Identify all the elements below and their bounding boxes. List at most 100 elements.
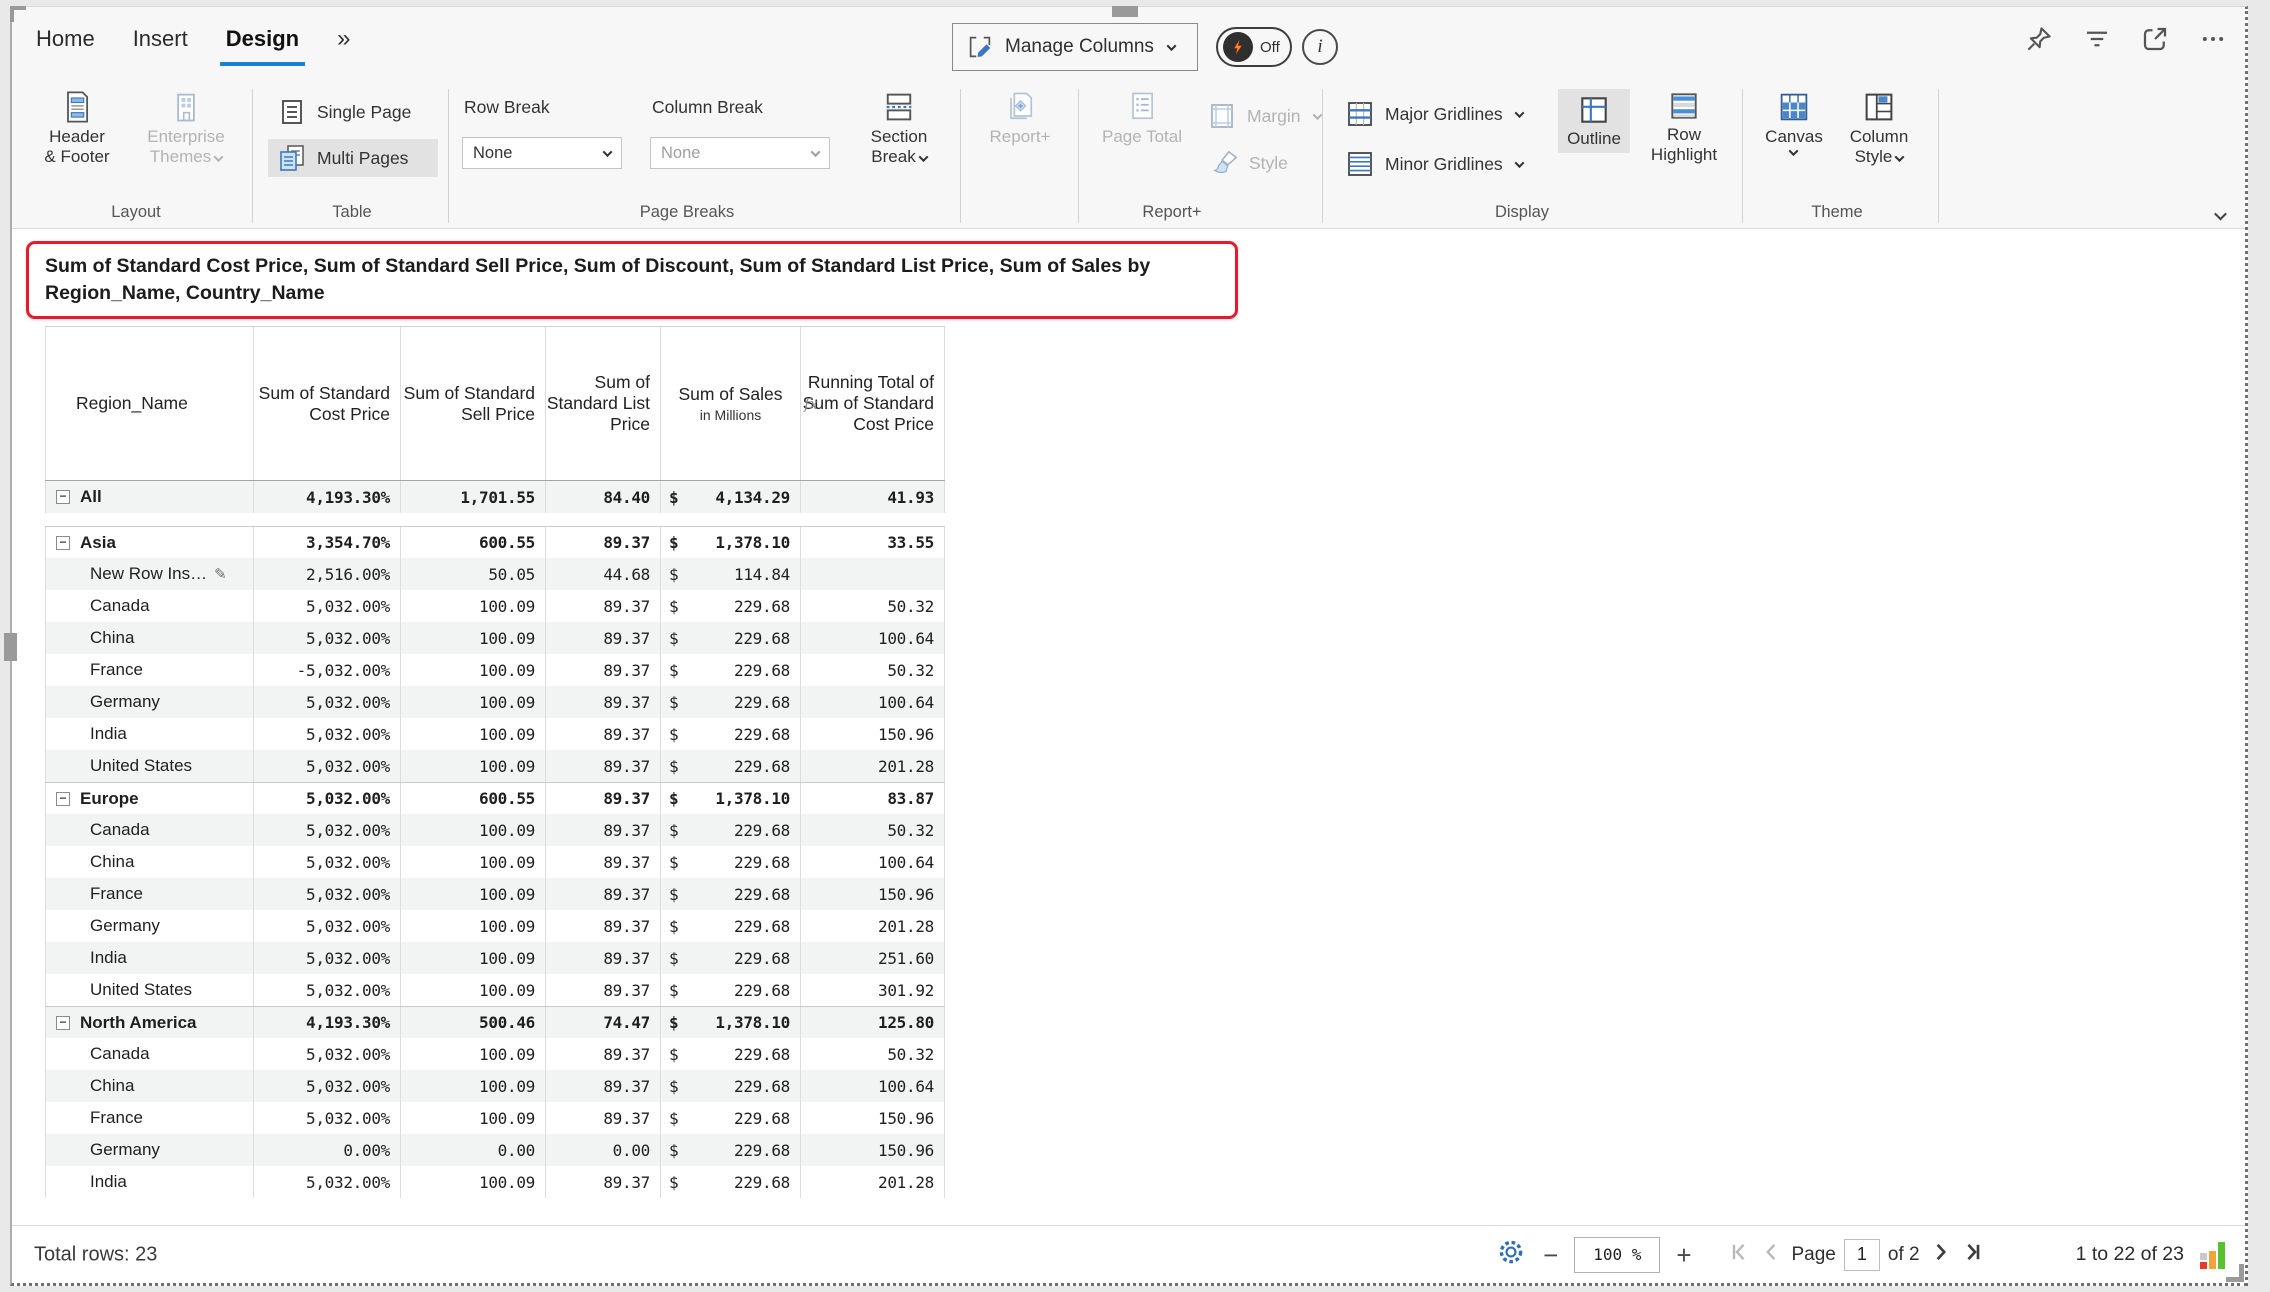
table-cell-region[interactable]: India [45, 718, 253, 750]
table-cell-region[interactable]: Germany [45, 686, 253, 718]
multi-pages-button[interactable]: Multi Pages [268, 139, 438, 177]
manage-columns-button[interactable]: Manage Columns [952, 23, 1198, 71]
table-cell-list[interactable]: 74.47 [545, 1007, 660, 1038]
table-cell-list[interactable]: 89.37 [545, 527, 660, 558]
table-cell-running-total[interactable]: 150.96 [800, 1134, 945, 1166]
table-cell-cost[interactable]: 5,032.00% [253, 590, 400, 622]
table-cell-running-total[interactable]: 100.64 [800, 846, 945, 878]
table-cell-sell[interactable]: 100.09 [400, 654, 545, 686]
style-button[interactable]: Style [1202, 145, 1296, 181]
column-header-sales[interactable]: Sum of Sales in Millions [660, 327, 800, 480]
table-row[interactable]: −All4,193.30%1,701.5584.40$4,134.2941.93 [45, 481, 945, 513]
previous-page-button[interactable] [1760, 1240, 1784, 1270]
table-cell-region[interactable]: Germany [45, 1134, 253, 1166]
table-cell-list[interactable]: 89.37 [545, 1102, 660, 1134]
table-cell-list[interactable]: 89.37 [545, 878, 660, 910]
collapse-icon[interactable]: − [56, 1016, 70, 1030]
table-cell-running-total[interactable]: 201.28 [800, 750, 945, 782]
column-style-button[interactable]: ColumnStyle [1836, 89, 1922, 167]
table-cell-list[interactable]: 0.00 [545, 1134, 660, 1166]
table-cell-region[interactable]: China [45, 846, 253, 878]
table-row[interactable]: United States5,032.00%100.0989.37$229.68… [45, 974, 945, 1006]
table-cell-list[interactable]: 89.37 [545, 622, 660, 654]
table-cell-cost[interactable]: 5,032.00% [253, 1038, 400, 1070]
table-cell-cost[interactable]: 5,032.00% [253, 942, 400, 974]
table-cell-region[interactable]: −All [45, 481, 253, 513]
ribbon-collapse-icon[interactable] [2212, 207, 2225, 225]
page-total-button[interactable]: Page Total [1090, 89, 1194, 147]
last-page-button[interactable] [1960, 1240, 1984, 1270]
table-cell-sales[interactable]: $229.68 [660, 590, 800, 622]
table-cell-running-total[interactable]: 201.28 [800, 1166, 945, 1198]
table-cell-sell[interactable]: 100.09 [400, 590, 545, 622]
table-cell-sell[interactable]: 100.09 [400, 1166, 545, 1198]
table-cell-sales[interactable]: $229.68 [660, 846, 800, 878]
info-icon[interactable]: i [1302, 29, 1338, 65]
table-cell-running-total[interactable]: 33.55 [800, 527, 945, 558]
table-cell-sell[interactable]: 100.09 [400, 942, 545, 974]
table-cell-cost[interactable]: -5,032.00% [253, 654, 400, 686]
table-row[interactable]: Canada5,032.00%100.0989.37$229.6850.32 [45, 814, 945, 846]
table-cell-running-total[interactable]: 50.32 [800, 590, 945, 622]
table-row[interactable]: Canada5,032.00%100.0989.37$229.6850.32 [45, 590, 945, 622]
table-cell-region[interactable]: China [45, 622, 253, 654]
table-cell-sales[interactable]: $229.68 [660, 622, 800, 654]
table-cell-sales[interactable]: $229.68 [660, 1070, 800, 1102]
table-cell-list[interactable]: 89.37 [545, 846, 660, 878]
table-cell-cost[interactable]: 4,193.30% [253, 1007, 400, 1038]
power-toggle[interactable]: Off [1216, 27, 1292, 67]
table-cell-list[interactable]: 89.37 [545, 910, 660, 942]
pin-icon[interactable] [2021, 21, 2057, 57]
table-cell-cost[interactable]: 5,032.00% [253, 783, 400, 814]
table-row[interactable]: China5,032.00%100.0989.37$229.68100.64 [45, 846, 945, 878]
table-cell-sell[interactable]: 100.09 [400, 686, 545, 718]
table-cell-region[interactable]: France [45, 878, 253, 910]
collapse-icon[interactable]: − [56, 490, 70, 504]
table-cell-sales[interactable]: $229.68 [660, 750, 800, 782]
table-cell-sales[interactable]: $229.68 [660, 974, 800, 1006]
table-cell-cost[interactable]: 5,032.00% [253, 910, 400, 942]
table-cell-cost[interactable]: 5,032.00% [253, 1102, 400, 1134]
table-cell-sell[interactable]: 500.46 [400, 1007, 545, 1038]
first-page-button[interactable] [1728, 1240, 1752, 1270]
zoom-in-button[interactable]: + [1676, 1242, 1691, 1268]
table-cell-list[interactable]: 89.37 [545, 686, 660, 718]
table-cell-running-total[interactable]: 50.32 [800, 814, 945, 846]
minor-gridlines-button[interactable]: Minor Gridlines [1336, 145, 1531, 183]
table-cell-sales[interactable]: $1,378.10 [660, 527, 800, 558]
table-cell-sell[interactable]: 1,701.55 [400, 481, 545, 513]
table-cell-region[interactable]: New Row Ins…✎ [45, 558, 253, 590]
table-cell-cost[interactable]: 5,032.00% [253, 846, 400, 878]
table-cell-region[interactable]: Canada [45, 814, 253, 846]
filter-icon[interactable] [2079, 21, 2115, 57]
table-cell-region[interactable]: United States [45, 750, 253, 782]
table-cell-running-total[interactable]: 150.96 [800, 718, 945, 750]
table-cell-running-total[interactable]: 41.93 [800, 481, 945, 513]
column-header-region[interactable]: Region_Name [45, 327, 253, 480]
major-gridlines-button[interactable]: Major Gridlines [1336, 95, 1531, 133]
table-cell-sales[interactable]: $229.68 [660, 1134, 800, 1166]
table-cell-sell[interactable]: 100.09 [400, 1070, 545, 1102]
table-cell-sell[interactable]: 600.55 [400, 527, 545, 558]
more-options-icon[interactable] [2195, 21, 2231, 57]
tab-insert[interactable]: Insert [133, 26, 188, 52]
table-cell-cost[interactable]: 5,032.00% [253, 718, 400, 750]
table-cell-sales[interactable]: $229.68 [660, 1102, 800, 1134]
table-cell-sales[interactable]: $4,134.29 [660, 481, 800, 513]
table-cell-cost[interactable]: 5,032.00% [253, 974, 400, 1006]
table-cell-sell[interactable]: 100.09 [400, 1102, 545, 1134]
table-cell-cost[interactable]: 0.00% [253, 1134, 400, 1166]
table-cell-cost[interactable]: 3,354.70% [253, 527, 400, 558]
table-row[interactable]: New Row Ins…✎2,516.00%50.0544.68$114.84 [45, 558, 945, 590]
table-cell-list[interactable]: 89.37 [545, 974, 660, 1006]
table-cell-sales[interactable]: $229.68 [660, 654, 800, 686]
tab-design[interactable]: Design [226, 26, 299, 52]
table-cell-cost[interactable]: 5,032.00% [253, 1166, 400, 1198]
table-cell-running-total[interactable]: 100.64 [800, 1070, 945, 1102]
canvas-button[interactable]: Canvas [1756, 89, 1832, 156]
table-cell-running-total[interactable]: 201.28 [800, 910, 945, 942]
table-row[interactable]: Germany5,032.00%100.0989.37$229.68201.28 [45, 910, 945, 942]
edit-pencil-icon[interactable]: ✎ [214, 565, 227, 583]
collapse-icon[interactable]: − [56, 536, 70, 550]
table-cell-region[interactable]: France [45, 1102, 253, 1134]
